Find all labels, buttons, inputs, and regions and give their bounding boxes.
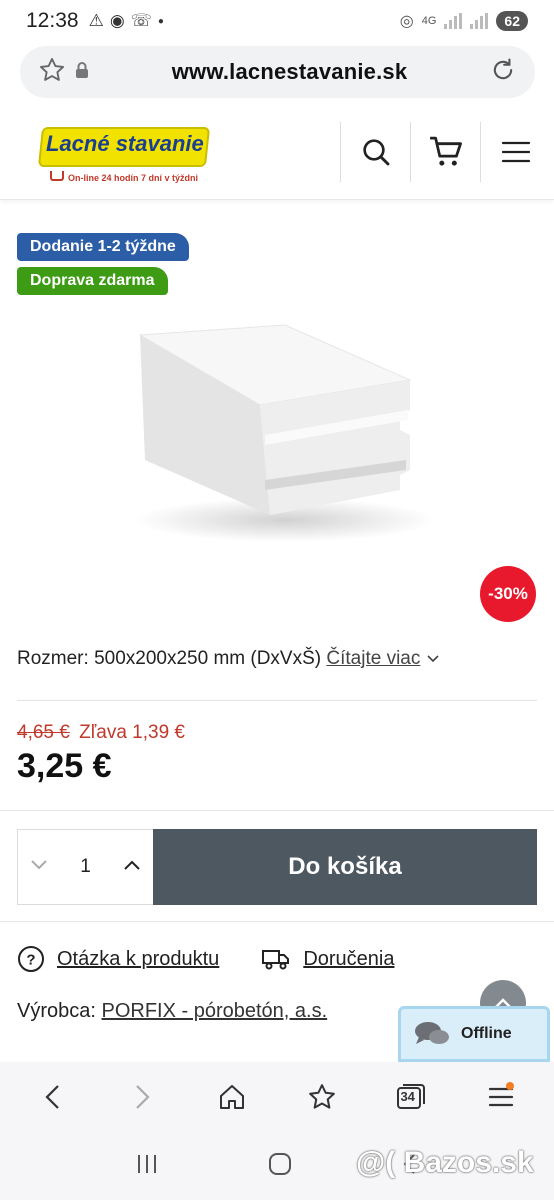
shipping-label: Doprava zdarma: [17, 267, 168, 295]
chat-widget[interactable]: Offline: [398, 1006, 550, 1062]
signal2-icon: [470, 13, 489, 29]
size-info: Rozmer: 500x200x250 mm (DxVxŠ) Čítajte v…: [17, 648, 440, 670]
address-bar[interactable]: www.lacnestavanie.sk: [20, 46, 535, 98]
reload-icon[interactable]: [489, 56, 517, 89]
browser-bottom-nav: 34: [0, 1062, 554, 1132]
logo-cart-icon: [50, 170, 64, 181]
home-icon: [220, 1085, 245, 1109]
watermark: @( Bazos.sk: [356, 1146, 534, 1179]
quantity-stepper[interactable]: 1: [17, 829, 154, 905]
manufacturer-link[interactable]: PORFIX - pórobetón, a.s.: [102, 1000, 328, 1022]
home-circle-icon: [268, 1152, 291, 1175]
delivery-label: Dodanie 1-2 týždne: [17, 233, 189, 261]
viber-icon: ☏: [130, 11, 152, 30]
signal-icon: [444, 13, 463, 29]
old-price: 4,65 €: [17, 722, 70, 743]
status-bar: 12:38 ⚠ ◉ ☏ ● ◎ 4G 62: [0, 0, 554, 42]
chevron-down-icon[interactable]: [426, 654, 440, 664]
divider: [17, 700, 537, 701]
forward-icon: [136, 1085, 151, 1109]
hotspot-icon: ◎: [399, 13, 414, 30]
home-system-button[interactable]: [267, 1151, 293, 1182]
home-button[interactable]: [207, 1072, 257, 1122]
increase-button[interactable]: [123, 858, 141, 876]
product-links: ? Otázka k produktu Doručenia: [17, 945, 394, 973]
url-text[interactable]: www.lacnestavanie.sk: [90, 59, 489, 85]
chevron-down-icon: [31, 860, 47, 870]
battery-indicator: 62: [496, 11, 528, 31]
bookmarks-button[interactable]: [297, 1072, 347, 1122]
back-icon: [45, 1085, 59, 1109]
chat-status: Offline: [461, 1025, 512, 1042]
menu-button[interactable]: [480, 122, 550, 182]
site-header: Lacné stavanie On-line 24 hodín 7 dní v …: [0, 105, 554, 200]
bookmark-star-icon: [308, 1084, 335, 1109]
site-logo[interactable]: Lacné stavanie On-line 24 hodín 7 dní v …: [0, 105, 340, 200]
cart-icon: [429, 136, 462, 166]
tabs-button[interactable]: 34: [386, 1072, 436, 1122]
price-discount: 4,65 € Zľava 1,39 €: [17, 722, 185, 744]
clock: 12:38: [26, 9, 79, 32]
forward-button[interactable]: [117, 1072, 167, 1122]
recents-icon: [137, 1154, 156, 1173]
search-button[interactable]: [340, 122, 410, 182]
product-image[interactable]: [110, 310, 440, 550]
read-more-link[interactable]: Čítajte viac: [326, 648, 420, 669]
browser-menu-button[interactable]: [476, 1072, 526, 1122]
question-link[interactable]: Otázka k produktu: [57, 948, 219, 971]
discount-amount: Zľava 1,39 €: [79, 722, 185, 743]
svg-text:?: ?: [26, 952, 35, 969]
truck-icon: [262, 950, 290, 970]
more-dot-icon: ●: [157, 15, 164, 27]
manufacturer: Výrobca: PORFIX - pórobetón, a.s.: [17, 1000, 327, 1023]
delivery-link[interactable]: Doručenia: [303, 948, 394, 971]
buy-bar: 1 Do košíka: [0, 810, 554, 922]
chat-bubbles-icon: [415, 1022, 449, 1044]
lock-icon: [74, 61, 90, 84]
network-type: 4G: [421, 15, 437, 27]
hamburger-icon: [501, 141, 530, 163]
messenger-icon: ◉: [109, 11, 125, 30]
chevron-up-icon: [124, 860, 140, 870]
question-icon: ?: [18, 946, 44, 972]
decrease-button[interactable]: [30, 858, 48, 876]
size-text: Rozmer: 500x200x250 mm (DxVxŠ): [17, 648, 322, 669]
search-icon: [362, 139, 389, 166]
discount-badge: -30%: [480, 566, 536, 622]
notification-icons: ⚠ ◉ ☏ ●: [89, 11, 164, 31]
warning-icon: ⚠: [88, 11, 104, 30]
logo-tagline: On-line 24 hodín 7 dní v týždni: [68, 172, 199, 183]
back-button[interactable]: [28, 1072, 78, 1122]
recents-button[interactable]: [134, 1152, 160, 1181]
add-to-cart-button[interactable]: Do košíka: [153, 829, 537, 905]
quantity-value[interactable]: 1: [80, 856, 91, 878]
current-price: 3,25 €: [17, 747, 112, 785]
tabs-count: 34: [400, 1089, 415, 1104]
manufacturer-label: Výrobca:: [17, 1000, 96, 1022]
logo-name: Lacné stavanie: [46, 130, 204, 156]
favorite-star-icon[interactable]: [38, 56, 66, 89]
cart-button[interactable]: [410, 122, 480, 182]
